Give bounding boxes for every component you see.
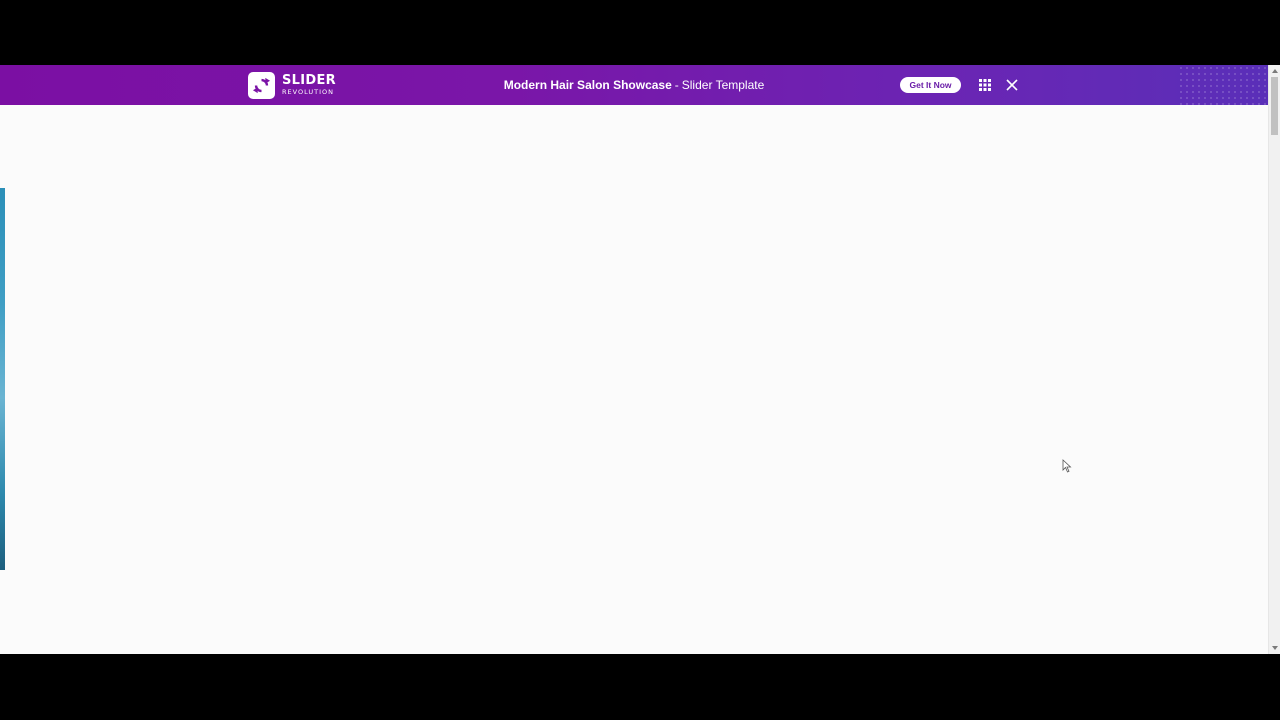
- vertical-scrollbar[interactable]: [1268, 65, 1280, 654]
- template-name: Modern Hair Salon Showcase: [503, 78, 672, 92]
- letterbox-bottom: [0, 654, 1280, 720]
- scrollbar-thumb[interactable]: [1271, 77, 1278, 135]
- scroll-down-arrow-icon[interactable]: [1269, 642, 1280, 654]
- browser-viewport: SLIDER REVOLUTION Modern Hair Salon Show…: [0, 65, 1280, 654]
- mouse-cursor-icon: [1062, 459, 1072, 473]
- letterbox-top: [0, 0, 1280, 65]
- slider-revolution-logo[interactable]: SLIDER REVOLUTION: [248, 71, 336, 99]
- scroll-up-arrow-icon[interactable]: [1269, 65, 1280, 77]
- slide-image-edge: [0, 188, 5, 570]
- template-type: Slider Template: [681, 78, 765, 92]
- slider-revolution-logo-icon: [248, 71, 275, 99]
- get-it-now-button[interactable]: Get It Now: [900, 77, 961, 93]
- close-icon[interactable]: [1005, 78, 1019, 92]
- title-separator: -: [674, 78, 679, 92]
- preview-topbar: SLIDER REVOLUTION Modern Hair Salon Show…: [0, 65, 1268, 105]
- logo-wordmark: SLIDER: [282, 73, 336, 89]
- grid-icon[interactable]: [978, 78, 992, 92]
- logo-subtitle: REVOLUTION: [282, 88, 334, 97]
- topbar-dot-pattern: [1178, 65, 1268, 105]
- template-title: Modern Hair Salon Showcase - Slider Temp…: [0, 65, 1268, 105]
